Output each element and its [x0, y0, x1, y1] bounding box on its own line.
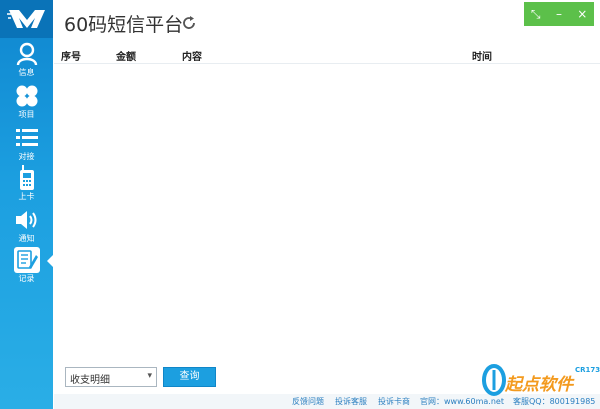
complain-merchant-link[interactable]: 投诉卡商 — [378, 396, 410, 407]
sidebar-item-label: 项目 — [18, 110, 35, 119]
sidebar-item-project[interactable]: 项目 — [0, 83, 53, 125]
minimize-icon[interactable]: – — [549, 7, 569, 21]
refresh-icon[interactable] — [180, 14, 198, 32]
column-header-content: 内容 — [182, 52, 202, 63]
select-value: 收支明细 — [70, 375, 110, 386]
sidebar-item-card[interactable]: 上卡 — [0, 165, 53, 207]
sidebar-item-label: 对接 — [18, 152, 35, 161]
phone-icon — [14, 165, 40, 191]
sidebar-item-label: 信息 — [18, 68, 35, 77]
record-icon — [13, 247, 40, 273]
sidebar-item-info[interactable]: 信息 — [0, 41, 53, 83]
column-header-index: 序号 — [61, 52, 81, 63]
table-body — [54, 65, 600, 355]
column-header-amount: 金额 — [116, 52, 136, 63]
speaker-icon — [14, 207, 40, 233]
app-window: 信息 项目 对接 上卡 通知 记录 60码短信平台 ⤡ – × 序号 金额 内容… — [0, 0, 600, 409]
watermark-text: 起点软件 — [505, 375, 573, 395]
sidebar-item-label: 通知 — [18, 234, 35, 243]
sidebar-item-connect[interactable]: 对接 — [0, 125, 53, 167]
window-controls: ⤡ – × — [524, 2, 594, 26]
watermark-sub: CR173 — [575, 366, 600, 374]
column-header-time: 时间 — [472, 52, 492, 63]
complain-service-link[interactable]: 投诉客服 — [335, 396, 367, 407]
sidebar: 信息 项目 对接 上卡 通知 记录 — [0, 0, 54, 409]
user-icon — [14, 41, 40, 67]
feedback-link[interactable]: 反馈问题 — [292, 396, 324, 407]
sidebar-item-label: 上卡 — [18, 192, 35, 201]
clover-icon — [14, 83, 40, 109]
close-icon[interactable]: × — [572, 7, 592, 21]
record-type-select[interactable]: 收支明细 ▾ — [65, 367, 157, 387]
app-logo — [0, 0, 53, 38]
table-header: 序号 金额 内容 时间 — [54, 44, 600, 64]
query-button[interactable]: 查询 — [163, 367, 216, 387]
sidebar-item-label: 记录 — [18, 274, 35, 283]
list-icon — [14, 125, 40, 151]
active-pointer — [47, 254, 54, 268]
page-title: 60码短信平台 — [64, 14, 184, 36]
sidebar-item-record[interactable]: 记录 — [0, 247, 53, 289]
restore-icon[interactable]: ⤡ — [526, 7, 546, 22]
chevron-down-icon: ▾ — [147, 371, 152, 381]
sidebar-item-notify[interactable]: 通知 — [0, 207, 53, 249]
